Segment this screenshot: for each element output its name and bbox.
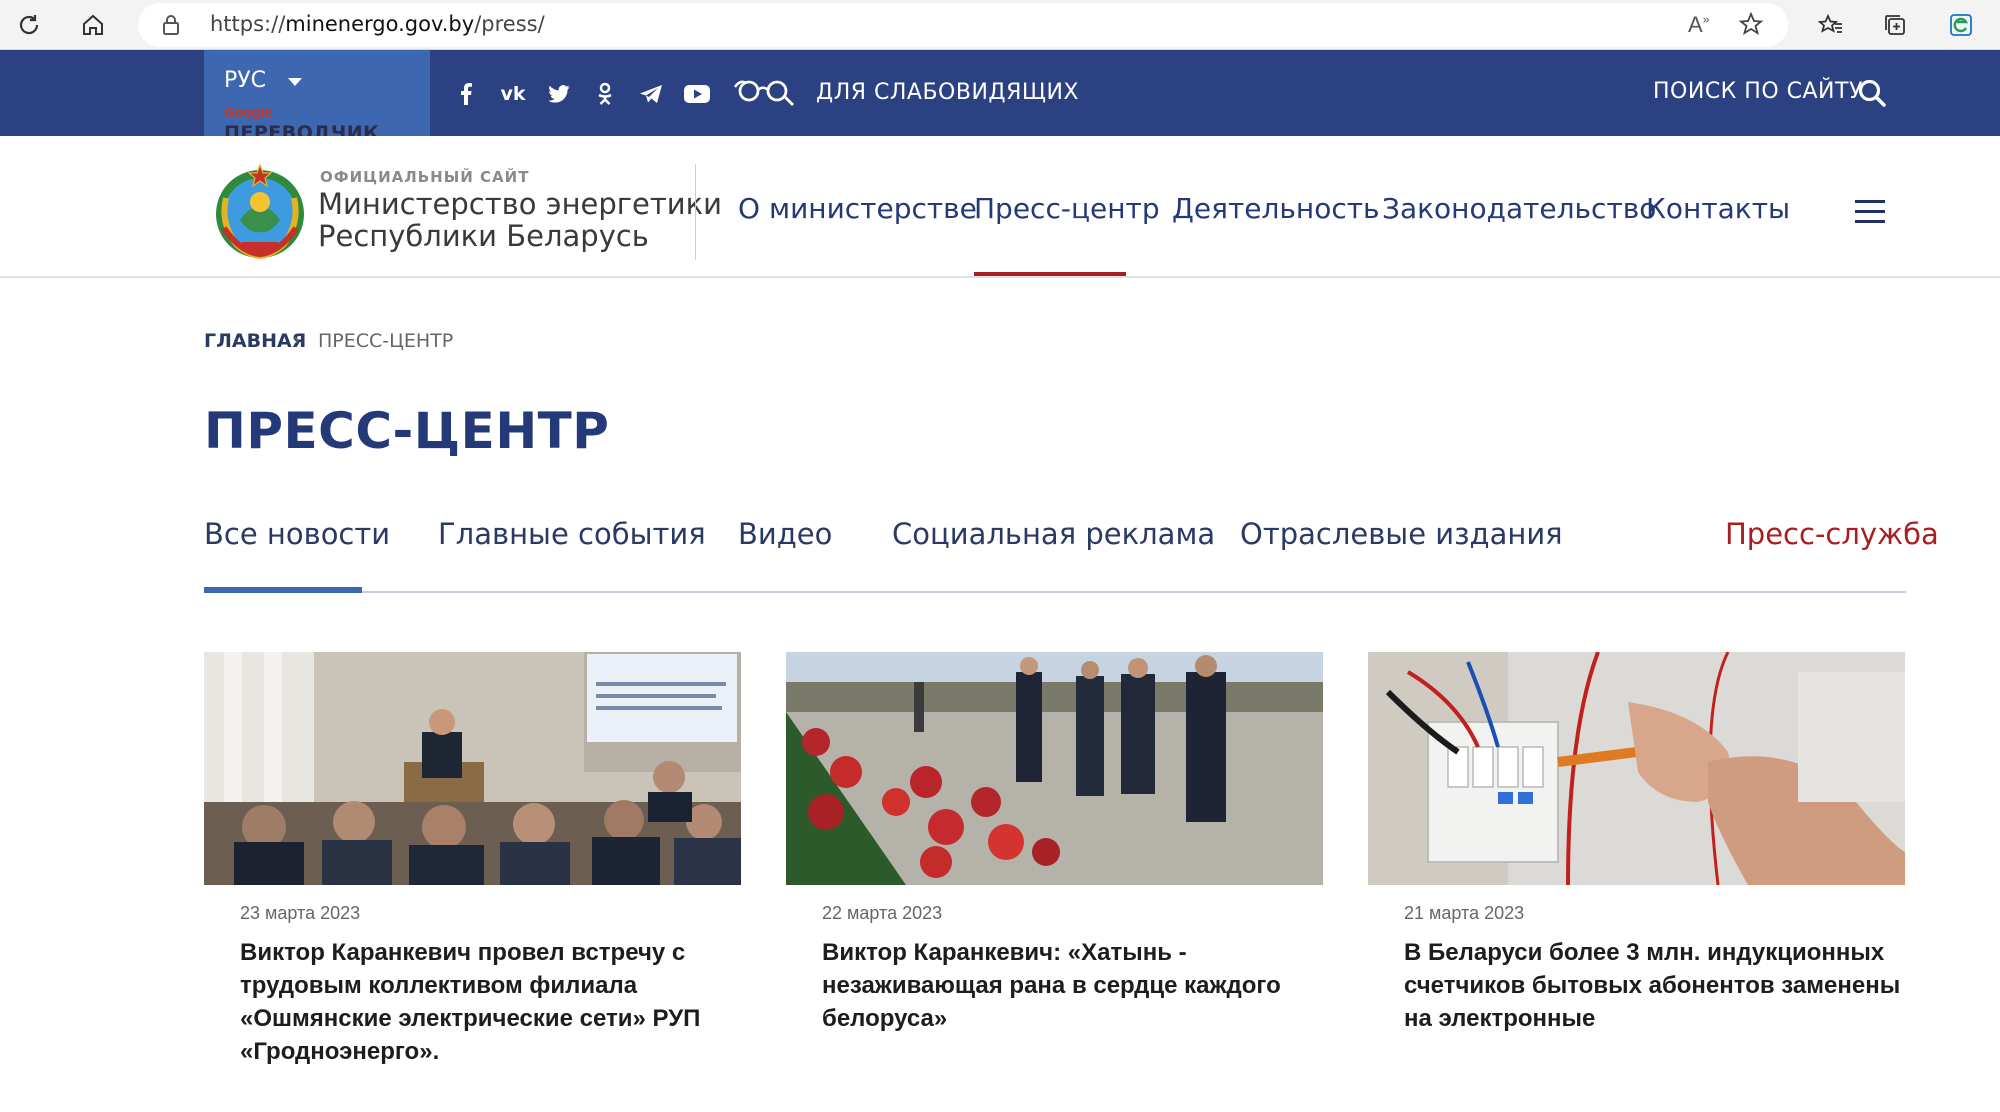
page-title: ПРЕСС-ЦЕНТР	[204, 402, 610, 460]
tab-all-news[interactable]: Все новости	[204, 517, 390, 551]
twitter-icon[interactable]	[546, 81, 572, 107]
tab-press-service[interactable]: Пресс-служба	[1725, 517, 1939, 551]
tab-active-indicator	[204, 587, 362, 593]
facebook-icon[interactable]	[453, 81, 479, 107]
breadcrumb-home[interactable]: ГЛАВНАЯ	[204, 330, 306, 352]
news-date: 22 марта 2023	[822, 903, 943, 923]
hamburger-menu-icon[interactable]	[1855, 200, 1885, 224]
nav-press-center[interactable]: Пресс-центр	[974, 192, 1160, 225]
url-text: https://minenergo.gov.by/press/	[210, 12, 545, 36]
breadcrumb-separator: ›	[293, 330, 300, 351]
nav-legislation[interactable]: Законодательство	[1382, 192, 1656, 225]
news-headline[interactable]: Виктор Каранкевич провел встречу с трудо…	[240, 936, 740, 1068]
header-divider	[695, 164, 696, 260]
news-photo-khatyn[interactable]	[786, 652, 1323, 885]
youtube-icon[interactable]	[684, 81, 710, 107]
site-name-line-2: Республики Беларусь	[318, 219, 649, 253]
tab-industry-publications[interactable]: Отраслевые издания	[1240, 517, 1563, 551]
tab-main-events[interactable]: Главные события	[438, 517, 706, 551]
odnoklassniki-icon[interactable]	[592, 81, 618, 107]
edge-extension-icon[interactable]	[1942, 6, 1980, 44]
add-favorite-icon[interactable]	[1738, 11, 1764, 42]
glasses-icon[interactable]	[733, 77, 797, 112]
search-icon[interactable]	[1857, 78, 1887, 113]
news-date: 21 марта 2023	[1404, 903, 1525, 923]
lock-icon	[162, 14, 180, 41]
tab-social-ads[interactable]: Социальная реклама	[892, 517, 1215, 551]
language-code[interactable]: РУС	[224, 68, 266, 93]
vk-icon[interactable]: vk	[500, 81, 526, 107]
favorites-icon[interactable]	[1812, 6, 1850, 44]
site-search-link[interactable]: ПОИСК ПО САЙТУ	[1653, 79, 1863, 104]
nav-active-indicator	[974, 272, 1126, 276]
home-icon[interactable]	[74, 6, 112, 44]
tab-video[interactable]: Видео	[738, 517, 832, 551]
refresh-icon[interactable]	[10, 6, 48, 44]
news-headline[interactable]: Виктор Каранкевич: «Хатынь - незаживающа…	[822, 936, 1322, 1035]
chevron-down-icon[interactable]	[288, 78, 302, 86]
breadcrumb-current: ПРЕСС-ЦЕНТР	[318, 330, 454, 352]
nav-about[interactable]: О министерстве	[738, 192, 977, 225]
nav-activity[interactable]: Деятельность	[1172, 192, 1380, 225]
news-date: 23 марта 2023	[240, 903, 361, 923]
browser-toolbar: https://minenergo.gov.by/press/ A»	[0, 0, 2000, 50]
read-aloud-icon[interactable]: A»	[1688, 12, 1709, 38]
address-bar[interactable]: https://minenergo.gov.by/press/ A»	[138, 3, 1788, 47]
utility-bar: РУС Google ПЕРЕВОДЧИК vk ДЛЯ СЛАБОВИДЯЩИ…	[0, 50, 2000, 144]
translator-brand: Google	[224, 106, 273, 121]
language-selector[interactable]: РУС Google ПЕРЕВОДЧИК	[204, 50, 430, 144]
site-name[interactable]: Министерство энергетики Республики Белар…	[318, 188, 722, 252]
news-photo-electric-meter[interactable]	[1368, 652, 1905, 885]
telegram-icon[interactable]	[638, 81, 664, 107]
site-header: ОФИЦИАЛЬНЫЙ САЙТ Министерство энергетики…	[0, 136, 2000, 278]
tabs-divider	[204, 591, 1906, 593]
visually-impaired-link[interactable]: ДЛЯ СЛАБОВИДЯЩИХ	[816, 80, 1079, 105]
collections-icon[interactable]	[1876, 6, 1914, 44]
nav-contacts[interactable]: Контакты	[1646, 192, 1790, 225]
news-headline[interactable]: В Беларуси более 3 млн. индукционных сче…	[1404, 936, 1904, 1035]
site-kicker: ОФИЦИАЛЬНЫЙ САЙТ	[320, 168, 530, 186]
site-name-line-1: Министерство энергетики	[318, 187, 722, 221]
news-photo-meeting[interactable]	[204, 652, 741, 885]
belarus-emblem-logo[interactable]	[210, 162, 310, 267]
